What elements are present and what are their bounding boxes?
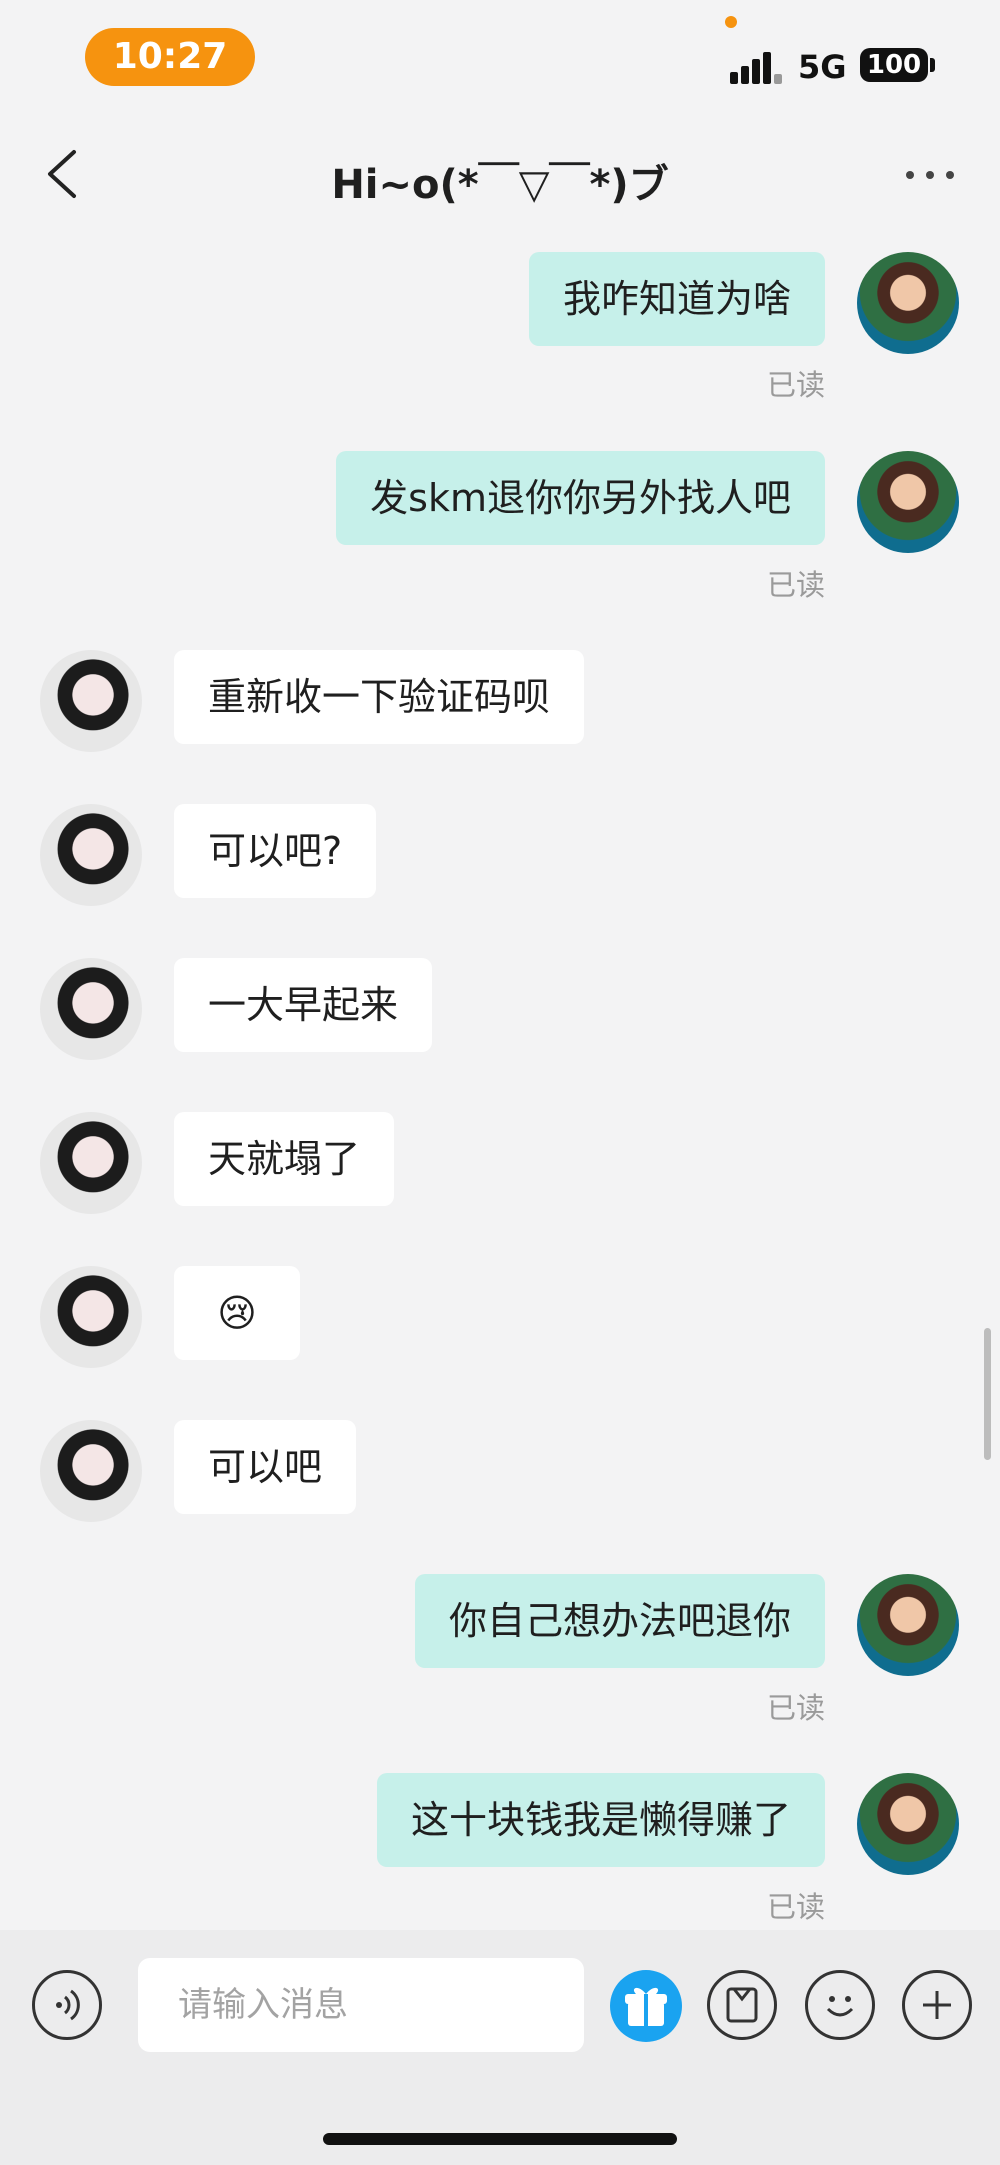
chat-header: Hi~o(*￣▽￣*)ブ (0, 120, 1000, 235)
read-status: 已读 (766, 1890, 825, 1924)
privacy-indicator-icon (725, 16, 737, 28)
message-bubble-sent[interactable]: 发skm退你你另外找人吧 (336, 451, 825, 545)
my-avatar[interactable] (857, 1773, 959, 1875)
contact-avatar[interactable] (40, 1266, 142, 1368)
chevron-left-icon (48, 150, 76, 198)
message-bubble-received[interactable]: 一大早起来 (174, 958, 433, 1052)
more-icon (906, 171, 954, 179)
input-bar (0, 1930, 1000, 2165)
my-avatar[interactable] (857, 451, 959, 553)
my-avatar[interactable] (857, 1574, 959, 1676)
scrollbar[interactable] (984, 1328, 991, 1460)
contact-avatar[interactable] (40, 1112, 142, 1214)
card-button[interactable] (707, 1970, 777, 2040)
emoji-button[interactable] (805, 1970, 875, 2040)
message-bubble-sent[interactable]: 你自己想办法吧退你 (414, 1574, 825, 1668)
back-button[interactable] (36, 144, 96, 204)
message-input[interactable] (138, 1958, 584, 2052)
my-avatar[interactable] (857, 252, 959, 354)
voice-icon (56, 1989, 80, 2021)
read-status: 已读 (766, 1691, 825, 1725)
contact-avatar[interactable] (40, 650, 142, 752)
message-bubble-received[interactable]: 天就塌了 (174, 1112, 395, 1206)
contact-avatar[interactable] (40, 958, 142, 1060)
message-bubble-received[interactable]: 重新收一下验证码呗 (174, 650, 585, 744)
more-button[interactable] (900, 150, 960, 200)
chat-title: Hi~o(*￣▽￣*)ブ (331, 162, 669, 208)
emoji-message[interactable]: 😢 (174, 1266, 300, 1360)
battery-icon: 100 (860, 48, 928, 82)
read-status: 已读 (766, 568, 825, 602)
status-time: 10:27 (85, 28, 255, 86)
status-bar: 10:27 5G 100 (0, 0, 1000, 120)
message-bubble-received[interactable]: 可以吧 (174, 1420, 357, 1514)
plus-icon (923, 1991, 951, 2019)
gift-button[interactable] (610, 1970, 682, 2042)
gift-icon (625, 1987, 667, 2026)
voice-button[interactable] (32, 1970, 102, 2040)
home-indicator[interactable] (323, 2133, 677, 2145)
message-bubble-sent[interactable]: 我咋知道为啥 (528, 252, 825, 346)
contact-avatar[interactable] (40, 804, 142, 906)
battery-tip (930, 58, 935, 72)
emoji-icon (826, 1996, 854, 2017)
read-status: 已读 (766, 368, 825, 402)
network-type: 5G (798, 48, 847, 86)
message-bubble-sent[interactable]: 这十块钱我是懒得赚了 (376, 1773, 825, 1867)
signal-icon (730, 48, 782, 84)
message-bubble-received[interactable]: 可以吧? (174, 804, 377, 898)
contact-avatar[interactable] (40, 1420, 142, 1522)
card-icon (726, 1987, 758, 2023)
add-button[interactable] (902, 1970, 972, 2040)
